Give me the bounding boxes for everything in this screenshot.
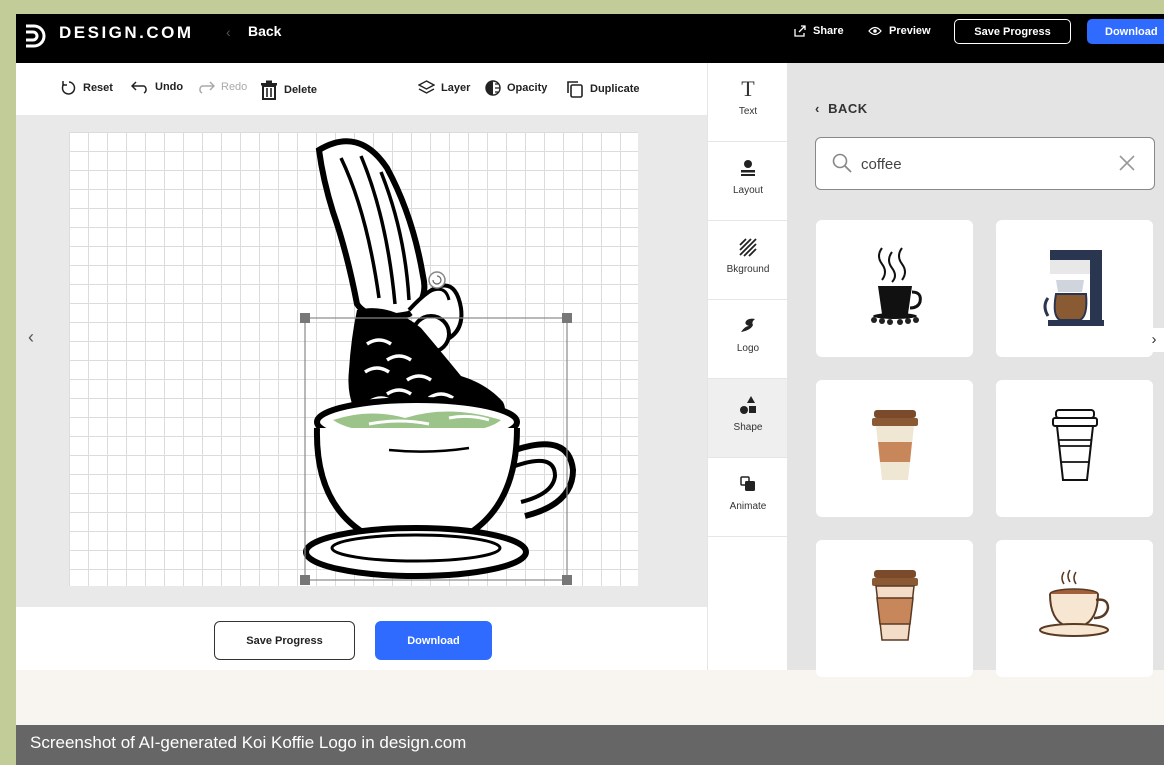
previous-arrow-icon[interactable]: ‹ [28, 327, 34, 348]
close-icon[interactable] [1118, 154, 1136, 172]
download-footer-button[interactable]: Download [375, 621, 492, 660]
tool-text-label: Text [738, 106, 758, 117]
share-button[interactable]: Share [794, 25, 844, 37]
coffee-maker-icon [1043, 250, 1104, 326]
app-screenshot: DESIGN.COM ‹ Back Share Preview Save Pro… [16, 14, 1164, 765]
panel-back-label: BACK [828, 101, 868, 116]
share-icon [794, 25, 806, 37]
duplicate-label: Duplicate [590, 83, 640, 95]
design-com-logo-icon [26, 24, 46, 48]
trash-icon [261, 80, 277, 100]
save-progress-button[interactable]: Save Progress [954, 19, 1071, 44]
share-label: Share [813, 25, 844, 37]
result-card-1[interactable] [816, 220, 973, 357]
tool-logo[interactable]: Logo [708, 300, 788, 379]
redo-icon [199, 81, 215, 94]
layout-icon [741, 160, 755, 176]
back-chevron-icon: ‹ [815, 101, 829, 116]
tool-background[interactable]: Bkground [708, 221, 788, 300]
tool-layout[interactable]: Layout [708, 142, 788, 221]
undo-button[interactable]: Undo [131, 80, 183, 94]
koi-koffie-logo[interactable] [69, 132, 638, 586]
opacity-label: Opacity [507, 82, 548, 94]
layer-label: Layer [441, 81, 471, 94]
search-icon [832, 153, 852, 173]
reset-icon [61, 81, 76, 95]
result-card-2[interactable] [996, 220, 1153, 357]
caption-text: Screenshot of AI-generated Koi Koffie Lo… [30, 733, 467, 752]
design-canvas[interactable] [69, 132, 638, 586]
result-card-6[interactable] [996, 540, 1153, 677]
caption-bar: Screenshot of AI-generated Koi Koffie Lo… [16, 725, 1164, 765]
undo-icon [131, 81, 147, 94]
background-icon [739, 238, 757, 257]
steaming-cup-icon [871, 247, 922, 325]
teacup-icon [1039, 569, 1110, 637]
delete-label: Delete [284, 84, 318, 96]
tool-animate-label: Animate [729, 501, 767, 512]
shape-icon [740, 396, 756, 414]
next-arrow-icon[interactable]: › [1143, 328, 1164, 352]
edit-toolbar: Reset Undo Redo Delete Layer Opacity Dup… [16, 63, 707, 115]
brand-name: DESIGN.COM [59, 23, 194, 42]
paper-cup-icon [872, 570, 918, 641]
opacity-icon [485, 80, 501, 96]
search-input[interactable] [861, 152, 1101, 176]
search-box[interactable] [815, 137, 1155, 190]
opacity-button[interactable]: Opacity [485, 80, 547, 96]
panel-back-link[interactable]: ‹ BACK [815, 101, 868, 116]
duplicate-button[interactable]: Duplicate [566, 80, 640, 98]
reset-label: Reset [83, 82, 113, 94]
result-card-4[interactable] [996, 380, 1153, 517]
eye-icon [868, 26, 882, 36]
takeaway-cup-icon [872, 410, 918, 480]
side-tools: T Text Layout Bkground Logo Shape Animat… [707, 63, 788, 670]
tool-layout-label: Layout [732, 185, 764, 196]
tool-text[interactable]: T Text [708, 63, 788, 142]
save-progress-footer-button[interactable]: Save Progress [214, 621, 355, 660]
text-icon: T [741, 76, 755, 101]
tool-animate[interactable]: Animate [708, 458, 788, 537]
back-link[interactable]: Back [248, 23, 281, 39]
delete-button[interactable]: Delete [260, 80, 317, 100]
layers-icon [418, 80, 435, 94]
redo-button[interactable]: Redo [197, 80, 247, 94]
top-bar: DESIGN.COM ‹ Back Share Preview Save Pro… [16, 14, 1164, 63]
result-card-5[interactable] [816, 540, 973, 677]
tool-shape[interactable]: Shape [708, 379, 788, 458]
reset-button[interactable]: Reset [61, 80, 113, 96]
redo-label: Redo [221, 81, 248, 93]
editor-footer: Save Progress Download [16, 607, 707, 670]
back-chevron-icon[interactable]: ‹ [226, 24, 231, 40]
animate-icon [740, 476, 755, 491]
undo-label: Undo [155, 81, 184, 93]
outline-cup-icon [1052, 409, 1098, 481]
duplicate-icon [567, 81, 583, 98]
tool-logo-label: Logo [736, 343, 760, 354]
logo-icon [741, 318, 755, 332]
tool-background-label: Bkground [726, 264, 770, 275]
layer-button[interactable]: Layer [418, 80, 470, 95]
preview-button[interactable]: Preview [868, 25, 931, 37]
editor-area: Reset Undo Redo Delete Layer Opacity Dup… [16, 63, 707, 670]
result-card-3[interactable] [816, 380, 973, 517]
preview-label: Preview [889, 25, 931, 37]
tool-shape-label: Shape [733, 422, 763, 433]
asset-panel: ‹ BACK coffee › [787, 63, 1164, 677]
download-button[interactable]: Download [1087, 19, 1164, 44]
